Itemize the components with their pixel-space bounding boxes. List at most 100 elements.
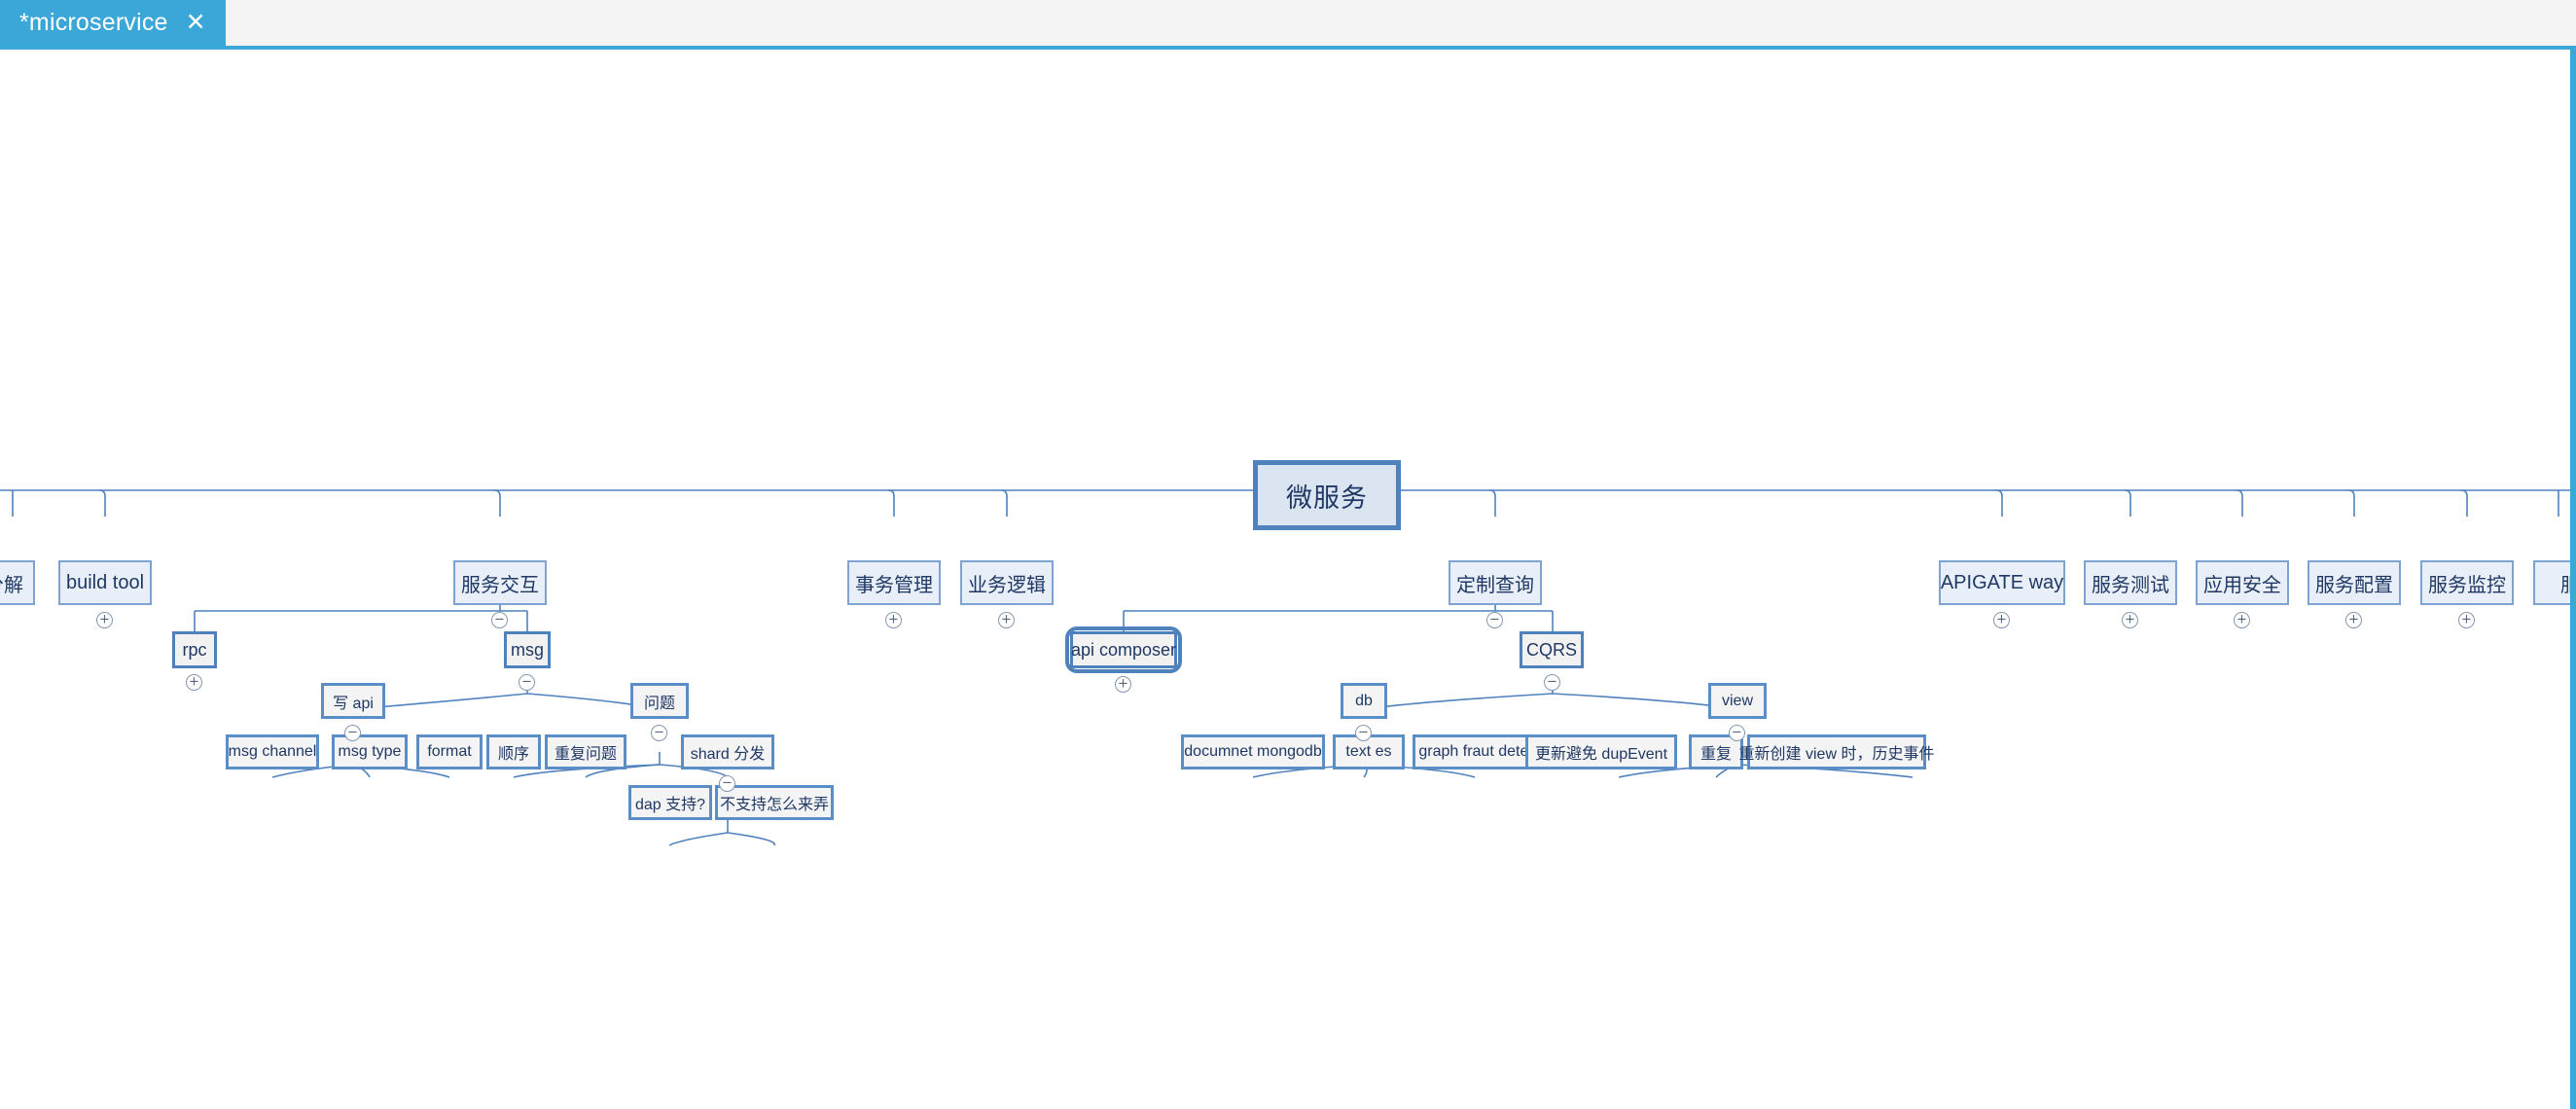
expander-apigateway[interactable]: + (1993, 612, 2010, 628)
minus-icon: − (1489, 612, 1500, 627)
node-db[interactable]: db (1341, 683, 1387, 719)
node-documnet-mongodb-label: documnet mongodb (1184, 743, 1322, 760)
collapser-msg[interactable]: − (519, 674, 535, 691)
plus-icon: + (2348, 612, 2359, 627)
node-chongxin-view-label: 重新创建 view 时，历史事件 (1738, 746, 1935, 763)
node-text-es[interactable]: text es (1333, 734, 1405, 769)
node-wenti-label: 问题 (643, 695, 675, 712)
node-shunxu[interactable]: 顺序 (486, 734, 541, 769)
tab-title: *microservice (19, 9, 168, 36)
collapser-dingzhi-chaxun[interactable]: − (1486, 612, 1503, 628)
node-wenti[interactable]: 问题 (630, 683, 689, 719)
node-yingyong-anquan-label: 应用安全 (2203, 574, 2281, 596)
node-format[interactable]: format (416, 734, 483, 769)
expander-build-tool[interactable]: + (96, 612, 113, 628)
node-view[interactable]: view (1708, 683, 1767, 719)
tab-bar: *microservice ✕ (0, 0, 2576, 46)
node-gengxin-dup[interactable]: 更新避免 dupEvent (1525, 734, 1677, 769)
node-fuwu-peizhi-label: 服务配置 (2315, 574, 2393, 596)
node-fuwu-peizhi[interactable]: 服务配置 (2308, 560, 2401, 605)
node-cqrs-label: CQRS (1525, 639, 1577, 660)
collapser-shard-fenfa[interactable]: − (719, 775, 735, 792)
node-fuwu-ceshi[interactable]: 服务测试 (2084, 560, 2177, 605)
node-dingzhi-chaxun[interactable]: 定制查询 (1449, 560, 1542, 605)
node-dap-zhichi-label: dap 支持? (634, 797, 706, 813)
node-api-composer-label: api composer (1070, 639, 1177, 660)
expander-yingyong-anquan[interactable]: + (2234, 612, 2250, 628)
expander-rpc[interactable]: + (186, 674, 202, 691)
node-fuwu-clipped-label: 服务 (2560, 569, 2570, 597)
collapser-xie-api[interactable]: − (344, 725, 361, 741)
expander-fuwu-peizhi[interactable]: + (2345, 612, 2362, 628)
node-documnet-mongodb[interactable]: documnet mongodb (1181, 734, 1325, 769)
node-buzhichi-nong[interactable]: 不支持怎么来弄 (715, 785, 834, 820)
plus-icon: + (888, 612, 899, 627)
node-fenjie-label: 分解 (0, 574, 23, 596)
node-yewu-luoji[interactable]: 业务逻辑 (960, 560, 1054, 605)
collapser-db[interactable]: − (1355, 725, 1372, 741)
plus-icon: + (2125, 612, 2135, 627)
node-chongfu-wenti[interactable]: 重复问题 (545, 734, 626, 769)
node-db-label: db (1355, 692, 1373, 709)
node-format-label: format (427, 743, 472, 760)
node-msg-channel[interactable]: msg channel (226, 734, 319, 769)
node-buzhichi-nong-label: 不支持怎么来弄 (719, 797, 829, 813)
node-shunxu-label: 顺序 (497, 746, 529, 763)
node-apigateway-label: APIGATE way (1940, 571, 2064, 593)
node-fuwu-jiaohu-label: 服务交互 (461, 574, 539, 596)
plus-icon: + (2236, 612, 2247, 627)
expander-fuwu-ceshi[interactable]: + (2122, 612, 2138, 628)
collapser-cqrs[interactable]: − (1544, 674, 1560, 691)
node-shard-fenfa-label: shard 分发 (690, 746, 766, 763)
mindmap-canvas[interactable]: 微服务 分解 build tool + 服务交互 − 事务管理 + 业务逻辑 + (0, 50, 2570, 1109)
node-xie-api-label: 写 api (333, 695, 374, 712)
node-msg-channel-label: msg channel (228, 743, 317, 760)
node-fuwu-jiaohu[interactable]: 服务交互 (453, 560, 547, 605)
node-dingzhi-chaxun-label: 定制查询 (1456, 574, 1534, 596)
node-msg-label: msg (510, 639, 544, 660)
node-cqrs[interactable]: CQRS (1520, 631, 1584, 668)
expander-yewu-luoji[interactable]: + (998, 612, 1015, 628)
node-root[interactable]: 微服务 (1253, 460, 1401, 530)
node-chongxin-view[interactable]: 重新创建 view 时，历史事件 (1739, 734, 1934, 769)
tab-microservice[interactable]: *microservice ✕ (0, 0, 226, 46)
collapser-fuwu-jiaohu[interactable]: − (491, 612, 508, 628)
node-fuwu-ceshi-label: 服务测试 (2092, 574, 2169, 596)
plus-icon: + (1996, 612, 2007, 627)
node-rpc[interactable]: rpc (172, 631, 217, 668)
node-xie-api[interactable]: 写 api (321, 683, 385, 719)
node-api-composer[interactable]: api composer (1065, 626, 1182, 673)
node-fenjie[interactable]: 分解 (0, 560, 35, 605)
node-apigateway[interactable]: APIGATE way (1939, 560, 2065, 605)
mindmap-window: 微服务 分解 build tool + 服务交互 − 事务管理 + 业务逻辑 + (0, 46, 2576, 1109)
node-msg-type[interactable]: msg type (332, 734, 408, 769)
node-fuwu-jiankong[interactable]: 服务监控 (2420, 560, 2514, 605)
node-build-tool-label: build tool (65, 571, 145, 593)
plus-icon: + (2461, 612, 2472, 627)
plus-icon: + (1118, 676, 1128, 692)
node-yingyong-anquan[interactable]: 应用安全 (2196, 560, 2289, 605)
node-dap-zhichi[interactable]: dap 支持? (628, 785, 712, 820)
collapser-wenti[interactable]: − (651, 725, 667, 741)
expander-fuwu-jiankong[interactable]: + (2458, 612, 2475, 628)
node-msg[interactable]: msg (504, 631, 551, 668)
node-shard-fenfa[interactable]: shard 分发 (681, 734, 774, 769)
minus-icon: − (654, 725, 664, 740)
expander-api-composer[interactable]: + (1115, 676, 1131, 693)
minus-icon: − (722, 775, 733, 791)
node-rpc-label: rpc (182, 639, 207, 660)
node-chongfu-wenti-label: 重复问题 (554, 746, 617, 763)
minus-icon: − (1358, 725, 1369, 740)
node-shiwu-guanli[interactable]: 事务管理 (847, 560, 941, 605)
node-yewu-luoji-label: 业务逻辑 (968, 574, 1046, 596)
close-icon[interactable]: ✕ (184, 11, 208, 35)
node-gengxin-dup-label: 更新避免 dupEvent (1534, 746, 1668, 763)
plus-icon: + (1001, 612, 1012, 627)
minus-icon: − (1732, 725, 1742, 740)
node-fuwu-clipped[interactable]: 服务 (2533, 560, 2570, 605)
plus-icon: + (189, 674, 199, 690)
collapser-view[interactable]: − (1729, 725, 1745, 741)
expander-shiwu-guanli[interactable]: + (885, 612, 902, 628)
node-build-tool[interactable]: build tool (58, 560, 152, 605)
minus-icon: − (521, 674, 532, 690)
